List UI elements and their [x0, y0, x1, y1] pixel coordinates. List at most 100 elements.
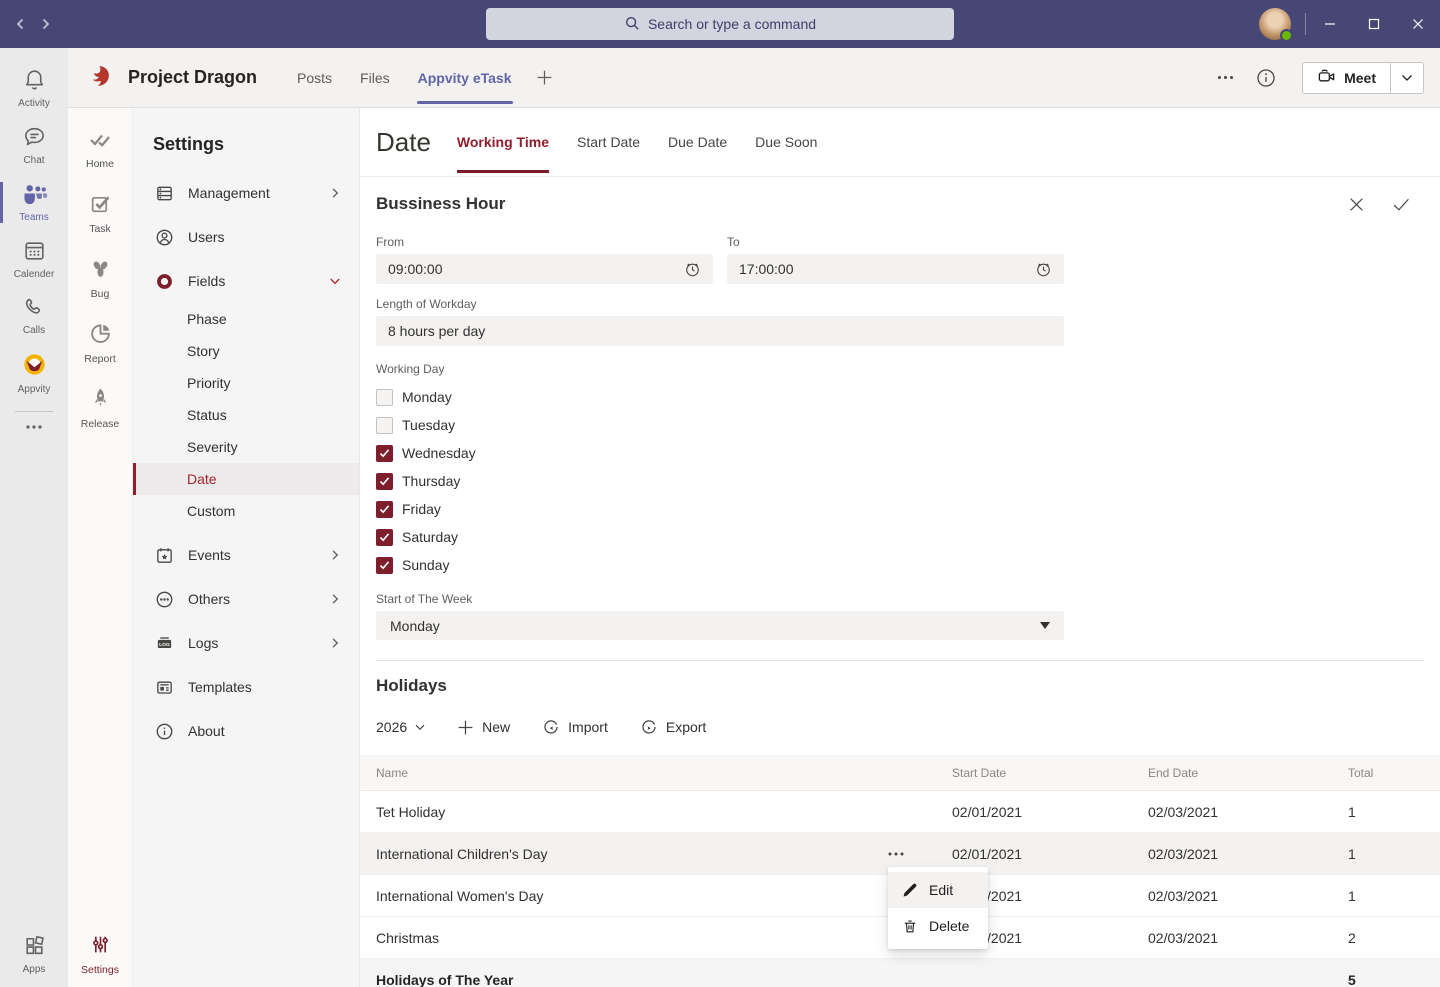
module-item-task[interactable]: Task [68, 186, 132, 240]
management-icon [155, 184, 174, 203]
home-icon [87, 129, 113, 154]
checkbox-sunday[interactable] [376, 557, 393, 574]
nav-item-label: Logs [188, 635, 218, 651]
tab-due-soon[interactable]: Due Soon [741, 108, 831, 176]
module-item-settings[interactable]: Settings [68, 927, 132, 981]
workday-length-input[interactable]: 8 hours per day [376, 316, 1064, 346]
rail-item-calendar[interactable]: Calender [0, 231, 68, 288]
templates-icon [155, 678, 174, 697]
rail-item-label: Chat [23, 155, 44, 166]
nav-subitem-severity[interactable]: Severity [133, 431, 359, 463]
rail-item-activity[interactable]: Activity [0, 60, 68, 117]
maximize-button[interactable] [1352, 0, 1396, 48]
chevron-right-icon [329, 549, 341, 561]
context-menu-edit[interactable]: Edit [888, 872, 988, 908]
day-row-friday: Friday [376, 495, 1424, 523]
chat-icon [22, 124, 47, 152]
checkbox-monday[interactable] [376, 389, 393, 406]
nav-item-management[interactable]: Management [133, 171, 359, 215]
rail-item-chat[interactable]: Chat [0, 117, 68, 174]
nav-item-label: Others [188, 591, 230, 607]
rail-item-appvity[interactable]: Appvity [0, 344, 68, 403]
new-button[interactable]: New [457, 719, 510, 736]
checkbox-thursday[interactable] [376, 473, 393, 490]
module-item-report[interactable]: Report [68, 316, 132, 370]
module-item-home[interactable]: Home [68, 124, 132, 175]
nav-item-label: Templates [188, 679, 252, 695]
checkbox-saturday[interactable] [376, 529, 393, 546]
nav-subitem-custom[interactable]: Custom [133, 495, 359, 527]
cancel-icon[interactable] [1348, 196, 1365, 213]
tab-working-time[interactable]: Working Time [443, 108, 563, 176]
forward-icon[interactable] [40, 17, 52, 31]
year-dropdown[interactable]: 2026 [376, 719, 425, 735]
rail-item-teams[interactable]: Teams [0, 174, 68, 231]
week-start-dropdown[interactable]: Monday [376, 611, 1064, 640]
checkbox-tuesday[interactable] [376, 417, 393, 434]
context-menu-delete[interactable]: Delete [888, 908, 988, 944]
nav-item-users[interactable]: Users [133, 215, 359, 259]
nav-subitem-date[interactable]: Date [133, 463, 359, 495]
team-logo [84, 63, 114, 93]
info-icon[interactable] [1256, 68, 1276, 88]
nav-item-events[interactable]: Events [133, 533, 359, 577]
working-day-label: Working Day [376, 362, 1424, 376]
tab-files[interactable]: Files [346, 48, 404, 107]
search-input[interactable]: Search or type a command [486, 8, 954, 40]
minimize-button[interactable] [1308, 0, 1352, 48]
chevron-right-icon [329, 637, 341, 649]
table-row[interactable]: Tet Holiday 02/01/2021 02/03/2021 1 [360, 791, 1440, 833]
chevron-down-icon [329, 275, 341, 287]
meet-button[interactable]: Meet [1302, 62, 1424, 94]
meet-dropdown-button[interactable] [1391, 74, 1423, 82]
module-item-label: Settings [81, 964, 119, 976]
tab-start-date[interactable]: Start Date [563, 108, 654, 176]
checkbox-wednesday[interactable] [376, 445, 393, 462]
to-time-input[interactable]: 17:00:00 [727, 254, 1064, 284]
rail-item-apps[interactable]: Apps [0, 926, 68, 983]
task-icon [88, 191, 113, 219]
tab-posts[interactable]: Posts [283, 48, 346, 107]
clock-icon[interactable] [1035, 261, 1052, 278]
import-icon [542, 718, 560, 736]
confirm-icon[interactable] [1392, 196, 1410, 213]
column-header-total: Total [1332, 766, 1440, 780]
export-button[interactable]: Export [640, 718, 706, 736]
nav-item-about[interactable]: About [133, 709, 359, 753]
avatar[interactable] [1259, 8, 1291, 40]
nav-item-label: Events [188, 547, 231, 563]
add-tab-button[interactable] [526, 69, 563, 86]
column-header-start-date: Start Date [936, 766, 1132, 780]
bell-icon [22, 67, 47, 95]
more-options-icon[interactable] [1217, 75, 1234, 80]
pencil-icon [901, 882, 918, 899]
row-more-icon[interactable] [888, 852, 904, 856]
nav-subitem-priority[interactable]: Priority [133, 367, 359, 399]
module-item-label: Report [84, 353, 116, 365]
nav-item-logs[interactable]: LOG Logs [133, 621, 359, 665]
clock-icon[interactable] [684, 261, 701, 278]
from-time-input[interactable]: 09:00:00 [376, 254, 713, 284]
module-item-bug[interactable]: Bug [68, 251, 132, 305]
back-icon[interactable] [14, 17, 26, 31]
checkbox-friday[interactable] [376, 501, 393, 518]
close-button[interactable] [1396, 0, 1440, 48]
teams-app-rail: Activity Chat Teams Calender [0, 48, 68, 987]
nav-item-templates[interactable]: Templates [133, 665, 359, 709]
nav-subitem-story[interactable]: Story [133, 335, 359, 367]
rail-item-calls[interactable]: Calls [0, 288, 68, 344]
nav-item-others[interactable]: Others [133, 577, 359, 621]
nav-item-fields[interactable]: Fields [133, 259, 359, 303]
nav-subitem-status[interactable]: Status [133, 399, 359, 431]
caret-down-icon [1040, 622, 1050, 629]
rail-more-button[interactable] [0, 418, 68, 439]
tab-due-date[interactable]: Due Date [654, 108, 741, 176]
search-icon [624, 15, 640, 34]
nav-subitem-phase[interactable]: Phase [133, 303, 359, 335]
week-start-label: Start of The Week [376, 592, 1064, 606]
module-item-release[interactable]: Release [68, 381, 132, 435]
titlebar-divider [1305, 13, 1306, 35]
rail-item-label: Activity [18, 98, 50, 109]
tab-appvity-etask[interactable]: Appvity eTask [404, 48, 526, 107]
import-button[interactable]: Import [542, 718, 608, 736]
